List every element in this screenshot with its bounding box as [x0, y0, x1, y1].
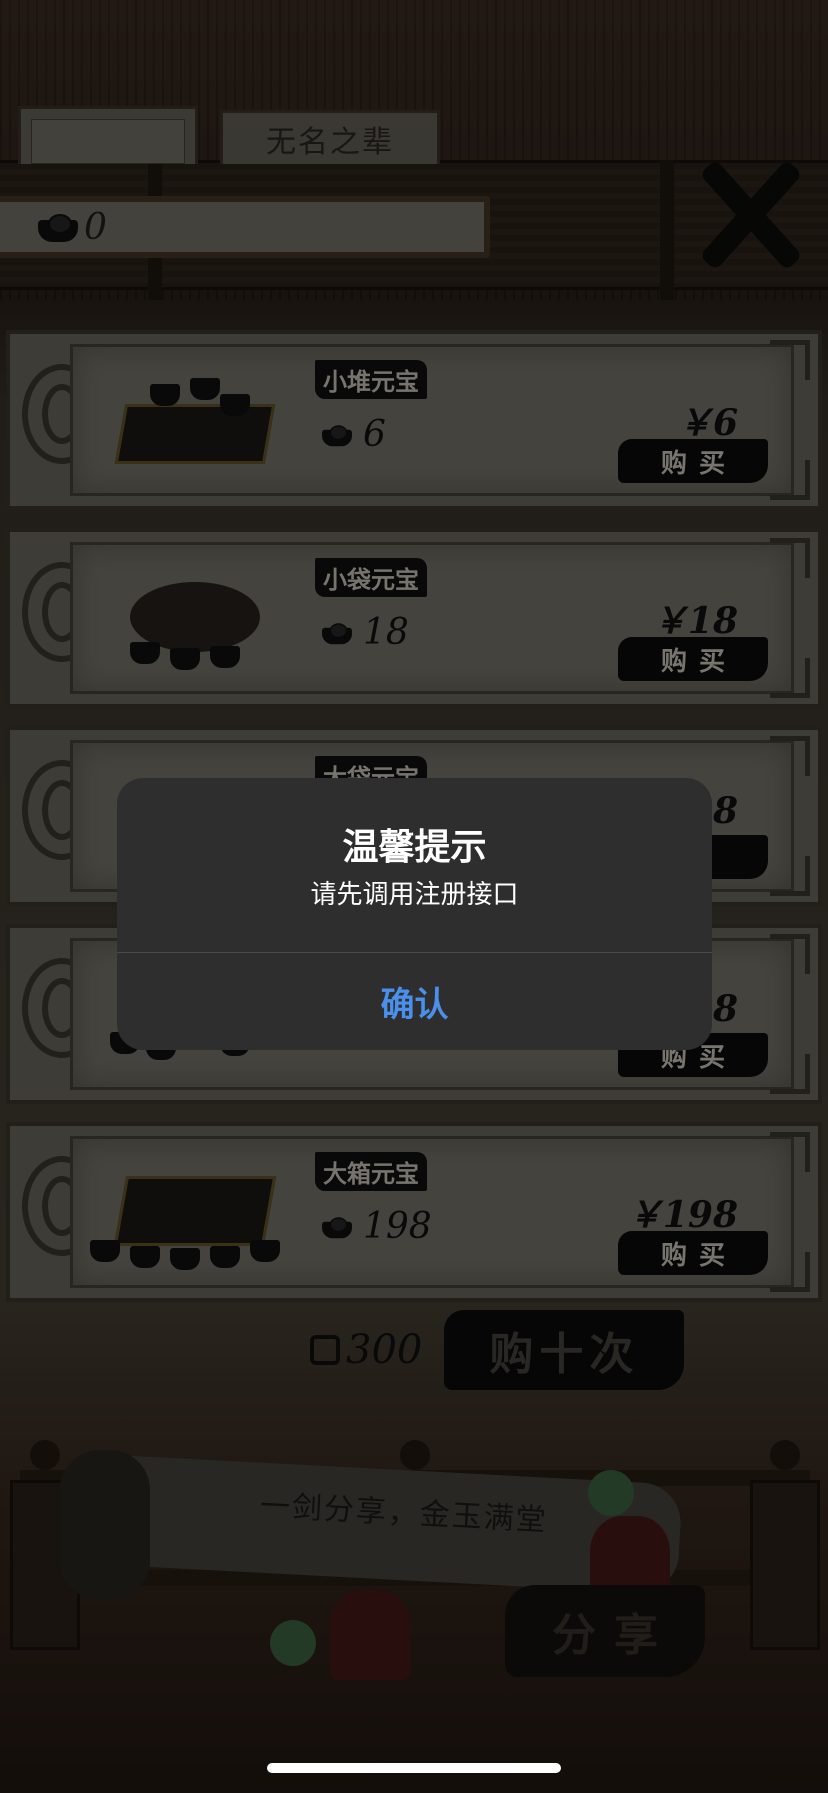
- alert-title: 温馨提示: [342, 827, 487, 868]
- alert-dialog: 温馨提示 请先调用注册接口 确认: [117, 778, 712, 1050]
- home-indicator[interactable]: [267, 1763, 561, 1773]
- alert-message: 请先调用注册接口: [310, 880, 519, 910]
- confirm-button[interactable]: 确认: [117, 953, 712, 1050]
